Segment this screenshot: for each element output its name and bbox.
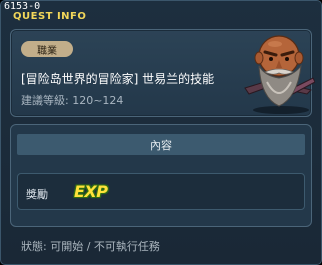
quest-info-window: 6153-0 QUEST INFO 職業 [冒险岛世界的冒险家] 世易兰的技能 … xyxy=(0,0,322,265)
job-tag: 職業 xyxy=(21,41,73,57)
window-title: QUEST INFO xyxy=(13,11,87,22)
quest-summary-panel: 職業 [冒险岛世界的冒险家] 世易兰的技能 建議等級: 120~124 xyxy=(10,29,315,117)
quest-status: 狀態: 可開始 / 不可執行任務 xyxy=(21,240,160,253)
npc-portrait-icon xyxy=(244,35,315,114)
quest-name: [冒险岛世界的冒险家] 世易兰的技能 xyxy=(21,72,215,86)
quest-content-panel: 內容 獎勵 EXP xyxy=(10,124,312,227)
reward-label: 獎勵 xyxy=(26,188,48,201)
recommended-level: 建議等級: 120~124 xyxy=(21,94,124,107)
content-header: 內容 xyxy=(17,134,305,155)
reward-box: 獎勵 EXP xyxy=(17,173,305,210)
exp-reward-icon: EXP xyxy=(74,182,108,201)
